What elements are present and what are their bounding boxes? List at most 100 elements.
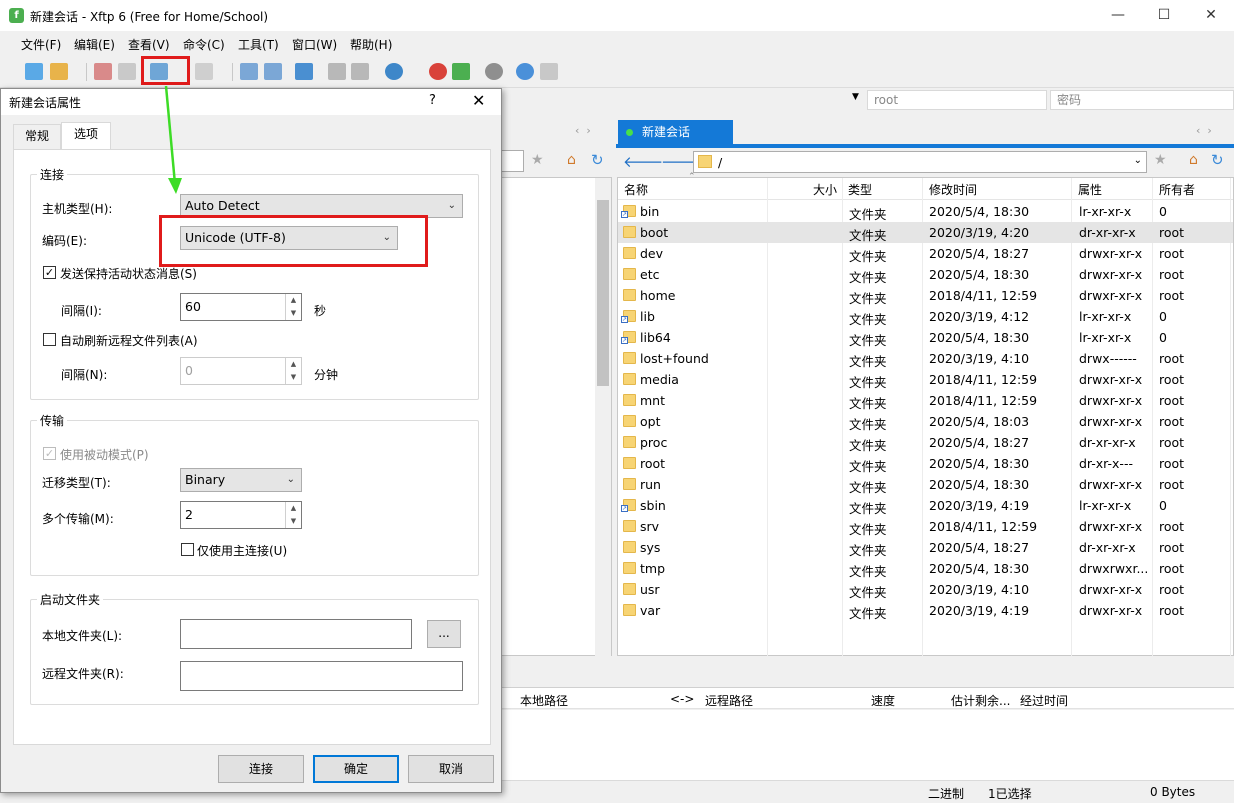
sync-icon[interactable] bbox=[295, 63, 313, 80]
autorefresh-checkbox[interactable] bbox=[43, 333, 56, 346]
table-row[interactable]: dev 文件夹 2020/5/4, 18:27 drwxr-xr-x root bbox=[618, 243, 1233, 264]
home-icon[interactable]: ⌂ bbox=[1189, 152, 1198, 168]
transfer-type-select[interactable]: Binary ⌄ bbox=[180, 468, 302, 492]
table-row[interactable]: home 文件夹 2018/4/11, 12:59 drwxr-xr-x root bbox=[618, 285, 1233, 306]
window-title: 新建会话 - Xftp 6 (Free for Home/School) bbox=[30, 10, 269, 24]
local-file-list[interactable] bbox=[500, 177, 612, 656]
table-row[interactable]: sys 文件夹 2020/5/4, 18:27 dr-xr-xr-x root bbox=[618, 537, 1233, 558]
splitter[interactable] bbox=[500, 656, 1234, 687]
local-tab-scroll-arrows[interactable]: ‹ › bbox=[575, 124, 591, 137]
table-row[interactable]: ↗ bin 文件夹 2020/5/4, 18:30 lr-xr-xr-x 0 bbox=[618, 201, 1233, 222]
connect-button[interactable]: 连接 bbox=[218, 755, 304, 783]
dialog-close-icon[interactable]: ✕ bbox=[472, 91, 485, 110]
col-remote-path[interactable]: 远程路径 bbox=[705, 692, 753, 709]
reconnect-icon[interactable] bbox=[118, 63, 136, 80]
new-session-icon[interactable] bbox=[25, 63, 43, 80]
table-row[interactable]: srv 文件夹 2018/4/11, 12:59 drwxr-xr-x root bbox=[618, 516, 1233, 537]
ok-button[interactable]: 确定 bbox=[313, 755, 399, 783]
minimize-button[interactable]: — bbox=[1095, 0, 1141, 31]
table-row[interactable]: usr 文件夹 2020/3/19, 4:10 drwxr-xr-x root bbox=[618, 579, 1233, 600]
table-row[interactable]: boot 文件夹 2020/3/19, 4:20 dr-xr-xr-x root bbox=[618, 222, 1233, 243]
disconnect-icon[interactable] bbox=[94, 63, 112, 80]
remote-nav-bar: 🡐 🡒 / ⌄ ★ ⌂ ↻ bbox=[617, 148, 1234, 176]
download-icon[interactable] bbox=[264, 63, 282, 80]
menu-tools[interactable]: 工具(T) bbox=[238, 36, 279, 53]
tab-general[interactable]: 常规 bbox=[13, 124, 61, 149]
menu-file[interactable]: 文件(F) bbox=[21, 36, 61, 53]
xshell-icon[interactable] bbox=[429, 63, 447, 80]
transfer-list[interactable] bbox=[500, 710, 1234, 782]
col-owner[interactable]: 所有者 bbox=[1159, 181, 1195, 198]
menu-edit[interactable]: 编辑(E) bbox=[74, 36, 115, 53]
col-speed[interactable]: 速度 bbox=[871, 692, 895, 709]
col-type[interactable]: 类型 bbox=[848, 181, 872, 198]
tab-options[interactable]: 选项 bbox=[61, 122, 111, 150]
menu-help[interactable]: 帮助(H) bbox=[350, 36, 392, 53]
tab-remote-session[interactable]: 新建会话 bbox=[618, 120, 733, 145]
col-eta[interactable]: 估计剩余... bbox=[951, 692, 1010, 709]
help-icon[interactable] bbox=[516, 63, 534, 80]
table-row[interactable]: lost+found 文件夹 2020/3/19, 4:10 drwx------ ro… bbox=[618, 348, 1233, 369]
multi-transfer-stepper[interactable]: 2 ▲ ▼ bbox=[180, 501, 302, 529]
local-folder-input[interactable] bbox=[180, 619, 412, 649]
col-size[interactable]: 大小 bbox=[813, 181, 837, 198]
col-mtime[interactable]: 修改时间 bbox=[929, 181, 977, 198]
menu-view[interactable]: 查看(V) bbox=[128, 36, 170, 53]
table-row[interactable]: var 文件夹 2020/3/19, 4:19 drwxr-xr-x root bbox=[618, 600, 1233, 621]
local-scrollbar[interactable] bbox=[595, 178, 611, 656]
passive-mode-checkbox[interactable]: ✓ bbox=[43, 447, 56, 460]
table-row[interactable]: run 文件夹 2020/5/4, 18:30 drwxr-xr-x root bbox=[618, 474, 1233, 495]
col-elapsed[interactable]: 经过时间 bbox=[1020, 692, 1068, 709]
tab-scroll-arrows[interactable]: ‹ › bbox=[1196, 124, 1212, 137]
table-row[interactable]: proc 文件夹 2020/5/4, 18:27 dr-xr-xr-x root bbox=[618, 432, 1233, 453]
menu-window[interactable]: 窗口(W) bbox=[292, 36, 337, 53]
table-row[interactable]: opt 文件夹 2020/5/4, 18:03 drwxr-xr-x root bbox=[618, 411, 1233, 432]
col-direction[interactable]: <-> bbox=[670, 692, 694, 706]
terminal-icon[interactable] bbox=[195, 63, 213, 80]
keepalive-checkbox[interactable]: ✓ bbox=[43, 266, 56, 279]
col-local-path[interactable]: 本地路径 bbox=[520, 692, 568, 709]
menu-command[interactable]: 命令(C) bbox=[183, 36, 225, 53]
remote-file-list[interactable]: 名称 大小 类型 修改时间 属性 所有者 ⌃ ↗ bin 文件夹 2020/5/4, … bbox=[617, 172, 1234, 656]
interval-stepper[interactable]: 60 ▲ ▼ bbox=[180, 293, 302, 321]
local-home-icon[interactable]: ⌂ bbox=[567, 152, 576, 168]
col-attr[interactable]: 属性 bbox=[1078, 181, 1102, 198]
close-button[interactable]: ✕ bbox=[1188, 0, 1234, 31]
table-row[interactable]: mnt 文件夹 2018/4/11, 12:59 drwxr-xr-x root bbox=[618, 390, 1233, 411]
open-folder-icon[interactable] bbox=[50, 63, 68, 80]
local-refresh-icon[interactable]: ↻ bbox=[591, 151, 604, 169]
maximize-button[interactable]: ☐ bbox=[1141, 0, 1187, 31]
host-dropdown-icon[interactable]: ▼ bbox=[852, 92, 859, 102]
dialog-help-button[interactable]: ? bbox=[429, 93, 436, 108]
favorites-star-icon[interactable]: ★ bbox=[1154, 152, 1167, 168]
remote-path-input[interactable]: / ⌄ bbox=[693, 151, 1147, 173]
browse-button[interactable]: ... bbox=[427, 620, 461, 648]
chevron-down-icon[interactable]: ⌄ bbox=[1134, 155, 1142, 166]
main-only-checkbox[interactable] bbox=[181, 543, 194, 556]
table-row[interactable]: ↗ lib64 文件夹 2020/5/4, 18:30 lr-xr-xr-x 0 bbox=[618, 327, 1233, 348]
user-field[interactable]: root bbox=[867, 90, 1047, 110]
back-arrow-icon[interactable]: 🡐 bbox=[623, 152, 663, 171]
cancel-button[interactable]: 取消 bbox=[408, 755, 494, 783]
gear-icon[interactable] bbox=[485, 63, 503, 80]
file-owner: root bbox=[1159, 435, 1185, 450]
table-row[interactable]: tmp 文件夹 2020/5/4, 18:30 drwxrwxr... root bbox=[618, 558, 1233, 579]
table-row[interactable]: ↗ sbin 文件夹 2020/3/19, 4:19 lr-xr-xr-x 0 bbox=[618, 495, 1233, 516]
table-row[interactable]: etc 文件夹 2020/5/4, 18:30 drwxr-xr-x root bbox=[618, 264, 1233, 285]
password-field[interactable]: 密码 bbox=[1050, 90, 1234, 110]
refresh-interval-stepper[interactable]: 0 ▲ ▼ bbox=[180, 357, 302, 385]
table-row[interactable]: root 文件夹 2020/5/4, 18:30 dr-xr-x--- root bbox=[618, 453, 1233, 474]
table-row[interactable]: ↗ lib 文件夹 2020/3/19, 4:12 lr-xr-xr-x 0 bbox=[618, 306, 1233, 327]
table-row[interactable]: media 文件夹 2018/4/11, 12:59 drwxr-xr-x root bbox=[618, 369, 1233, 390]
upload-icon[interactable] bbox=[240, 63, 258, 80]
refresh-icon[interactable]: ↻ bbox=[1211, 151, 1224, 169]
paste-icon[interactable] bbox=[351, 63, 369, 80]
copy-icon[interactable] bbox=[328, 63, 346, 80]
xftp-icon[interactable] bbox=[452, 63, 470, 80]
local-path-dropdown[interactable] bbox=[500, 150, 524, 172]
local-star-icon[interactable]: ★ bbox=[531, 152, 544, 168]
globe-icon[interactable] bbox=[385, 63, 403, 80]
col-name[interactable]: 名称 bbox=[624, 181, 648, 198]
chat-icon[interactable] bbox=[540, 63, 558, 80]
remote-folder-input[interactable] bbox=[180, 661, 463, 691]
